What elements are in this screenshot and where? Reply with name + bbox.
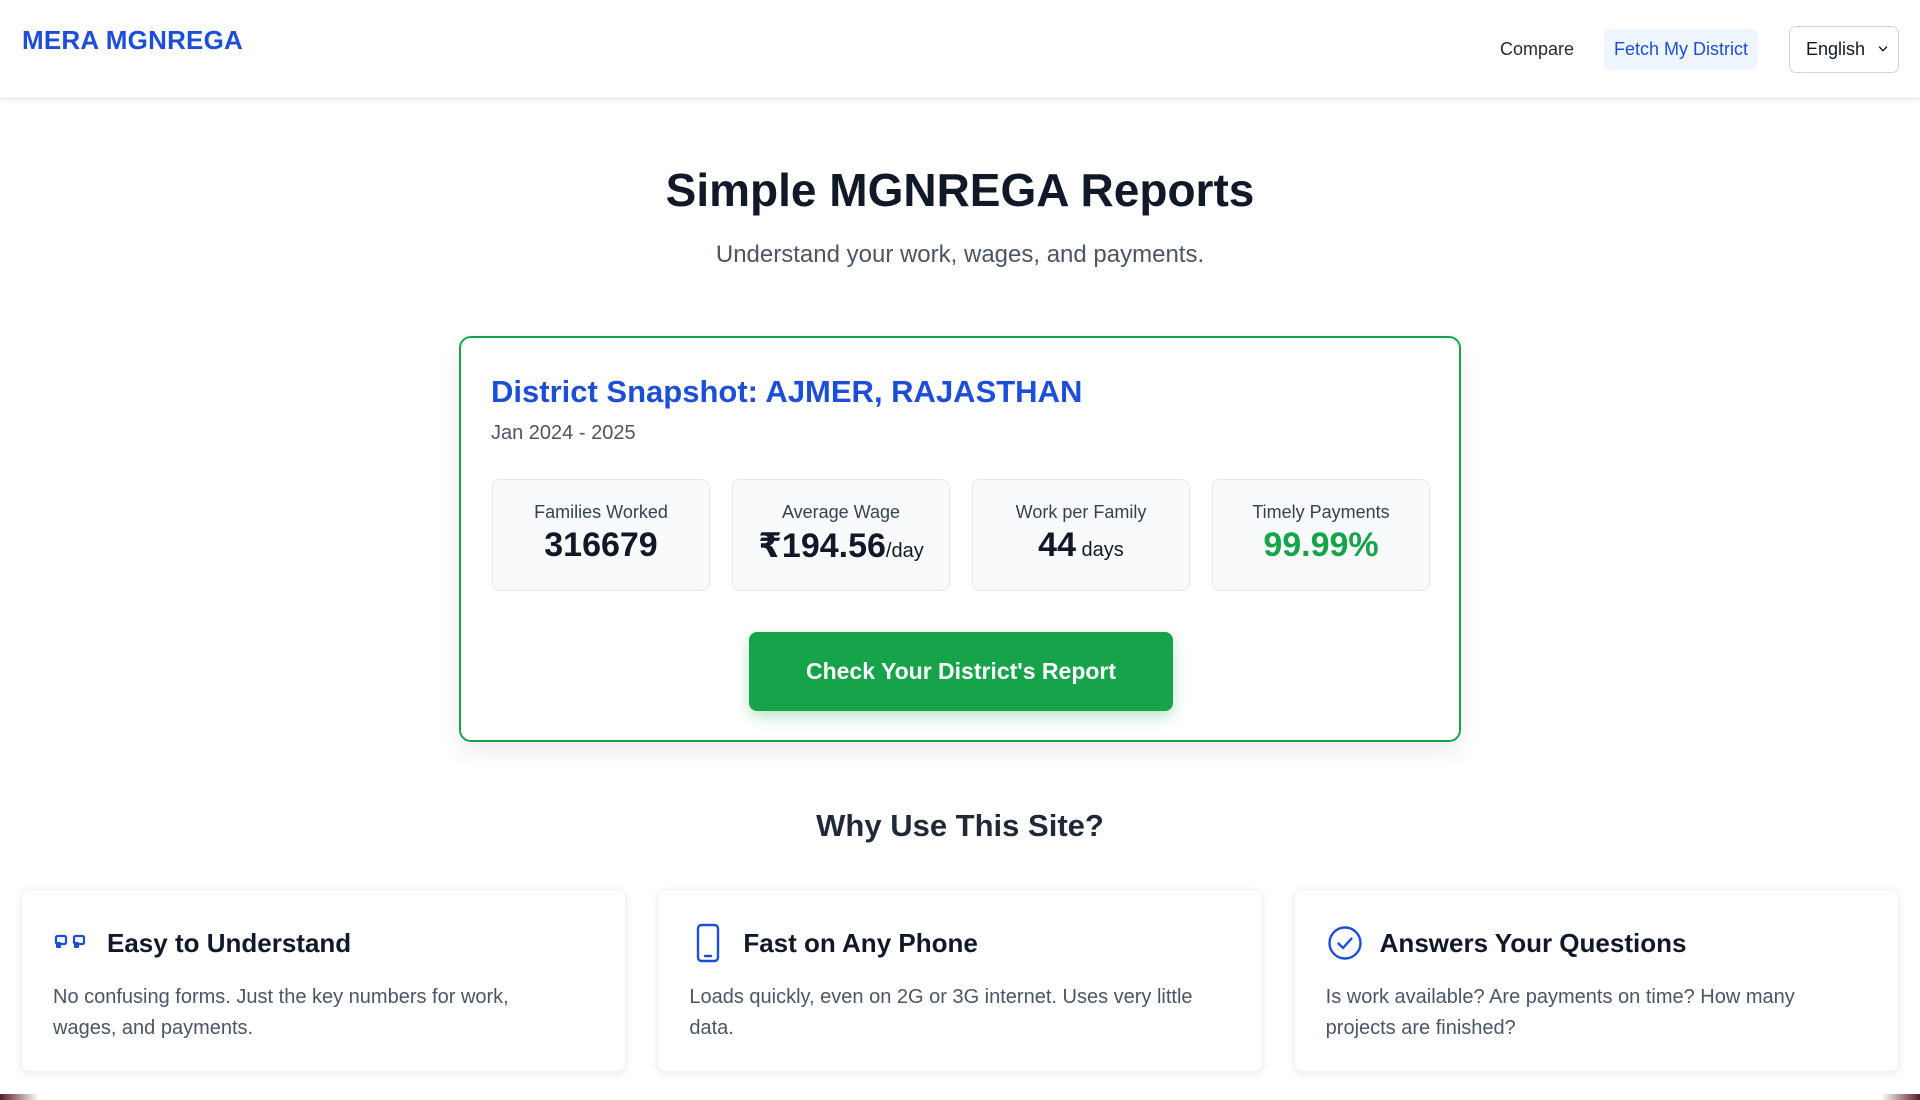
feature-title: Easy to Understand: [107, 927, 352, 958]
chevron-down-icon: [1878, 46, 1888, 52]
language-select-value: English: [1806, 38, 1866, 59]
snapshot-title: District Snapshot: AJMER, RAJASTHAN: [491, 374, 1083, 409]
feature-card-fast: Fast on Any Phone Loads quickly, even on…: [657, 889, 1263, 1072]
nav-fetch-district-link[interactable]: Fetch My District: [1603, 28, 1758, 70]
window-bottom-edge: [0, 1094, 1920, 1100]
nav-links: Compare Fetch My District English: [1490, 25, 1899, 73]
feature-card-answers: Answers Your Questions Is work available…: [1293, 889, 1899, 1072]
feature-head: Easy to Understand: [53, 924, 595, 962]
stat-label: Timely Payments: [1252, 502, 1390, 522]
check-district-report-button[interactable]: Check Your District's Report: [749, 632, 1173, 711]
feature-title: Answers Your Questions: [1379, 927, 1687, 958]
stat-value: 44 days: [1038, 526, 1124, 565]
stat-unit: days: [1076, 539, 1124, 561]
stat-value-number: 99.99%: [1263, 526, 1379, 564]
stat-value: 316679: [544, 526, 657, 565]
navbar: MERA MGNREGA Compare Fetch My District E…: [0, 0, 1920, 99]
feature-card-easy: Easy to Understand No confusing forms. J…: [21, 889, 627, 1072]
stat-value: ₹194.56/day: [758, 526, 923, 566]
stat-label: Average Wage: [781, 502, 901, 522]
stat-average-wage: Average Wage ₹194.56/day: [732, 479, 950, 591]
feature-text: Loads quickly, even on 2G or 3G internet…: [689, 986, 1193, 1039]
stat-work-per-family: Work per Family 44 days: [972, 479, 1190, 591]
district-snapshot-card: District Snapshot: AJMER, RAJASTHAN Jan …: [459, 336, 1461, 742]
feature-text: No confusing forms. Just the key numbers…: [53, 986, 509, 1039]
feature-head: Answers Your Questions: [1326, 924, 1868, 962]
feature-head: Fast on Any Phone: [689, 923, 1231, 963]
why-section-title: Why Use This Site?: [816, 808, 1104, 843]
snapshot-stats: Families Worked 316679 Average Wage ₹194…: [492, 479, 1430, 591]
page: MERA MGNREGA Compare Fetch My District E…: [0, 0, 1920, 1100]
stat-value-number: 44: [1038, 526, 1076, 564]
stat-value-number: 316679: [544, 526, 658, 564]
feature-title: Fast on Any Phone: [743, 927, 978, 958]
stat-unit: /day: [885, 540, 924, 562]
stat-families-worked: Families Worked 316679: [492, 479, 710, 591]
nav-compare-link[interactable]: Compare: [1490, 29, 1584, 70]
stat-value-number: ₹194.56: [758, 527, 886, 565]
hero-title: Simple MGNREGA Reports: [665, 164, 1255, 216]
stat-label: Work per Family: [1015, 502, 1147, 522]
phone-icon: [689, 923, 727, 963]
features-list: Easy to Understand No confusing forms. J…: [21, 889, 1899, 1072]
language-select[interactable]: English: [1789, 25, 1899, 73]
check-circle-icon: [1326, 924, 1364, 962]
snapshot-period: Jan 2024 - 2025: [491, 422, 636, 444]
brand-logo[interactable]: MERA MGNREGA: [22, 25, 243, 56]
hero-subtitle: Understand your work, wages, and payment…: [715, 241, 1205, 268]
stat-timely-payments: Timely Payments 99.99%: [1212, 479, 1430, 591]
feature-text: Is work available? Are payments on time?…: [1325, 986, 1795, 1039]
chat-bubbles-icon: [53, 924, 91, 962]
stat-value: 99.99%: [1263, 526, 1378, 565]
stat-label: Families Worked: [534, 502, 668, 522]
